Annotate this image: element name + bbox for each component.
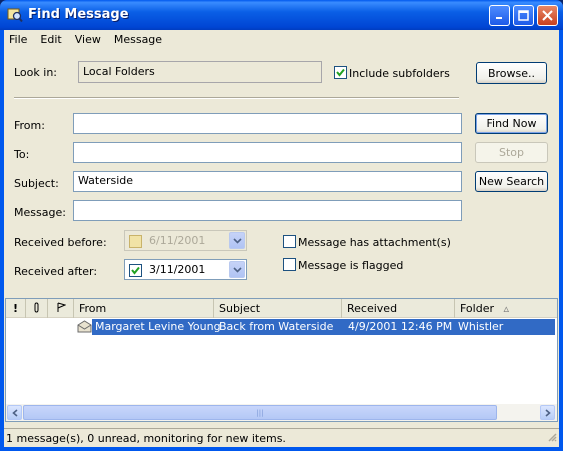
menu-bar: File Edit View Message [4, 30, 559, 49]
read-mail-icon [77, 320, 92, 336]
horizontal-scrollbar[interactable]: ||| [6, 404, 557, 421]
window-frame-right [559, 30, 563, 451]
paperclip-icon [34, 302, 38, 313]
new-search-button[interactable]: New Search [475, 171, 548, 192]
row-received: 4/9/2001 12:46 PM [348, 320, 453, 333]
table-row[interactable]: Margaret Levine Young Back from Watersid… [6, 319, 557, 335]
row-folder: Whistler [458, 320, 504, 333]
scrollbar-thumb[interactable]: ||| [23, 405, 497, 420]
received-after-checkbox[interactable] [129, 264, 142, 277]
look-in-field: Local Folders [78, 61, 322, 83]
menu-view[interactable]: View [75, 33, 101, 46]
stop-button[interactable]: Stop [475, 142, 548, 163]
subject-label: Subject: [14, 177, 59, 190]
column-received[interactable]: Received [342, 299, 455, 318]
menu-edit[interactable]: Edit [40, 33, 61, 46]
column-attachment[interactable] [26, 299, 48, 318]
to-field[interactable] [73, 142, 462, 163]
chevron-left-icon [11, 408, 18, 417]
chevron-right-icon [544, 408, 551, 417]
separator [14, 97, 459, 99]
from-field[interactable] [73, 113, 462, 134]
minimize-icon [496, 17, 502, 19]
checkmark-icon [336, 68, 345, 77]
to-label: To: [14, 148, 30, 161]
attachment-label[interactable]: Message has attachment(s) [298, 236, 451, 249]
find-message-window: Find Message File Edit View Message Look… [0, 0, 563, 451]
menu-file[interactable]: File [9, 33, 27, 46]
received-before-check-icon [129, 235, 142, 248]
column-flag[interactable] [48, 299, 74, 318]
subject-field[interactable]: Waterside [73, 171, 462, 192]
browse-button[interactable]: Browse.. [476, 62, 547, 84]
received-after-date[interactable]: 3/11/2001 [124, 259, 247, 280]
window-title: Find Message [28, 7, 129, 22]
find-now-button[interactable]: Find Now [475, 113, 548, 134]
chevron-down-icon[interactable] [229, 232, 245, 249]
checkmark-icon [131, 266, 140, 275]
minimize-button[interactable] [489, 5, 510, 26]
received-before-label: Received before: [14, 236, 107, 249]
row-from: Margaret Levine Young [95, 320, 221, 333]
window-frame-bottom [0, 447, 563, 451]
column-folder-label: Folder [460, 302, 494, 315]
row-subject: Back from Waterside [219, 320, 334, 333]
flag-icon [57, 302, 66, 312]
scroll-right-button[interactable] [540, 405, 555, 420]
title-bar[interactable]: Find Message [0, 0, 563, 30]
received-before-value: 6/11/2001 [149, 234, 206, 247]
results-header: ! From Subject Received Folder ▵ [6, 299, 557, 318]
status-text: 1 message(s), 0 unread, monitoring for n… [6, 432, 286, 445]
maximize-icon [518, 10, 529, 21]
close-button[interactable] [537, 5, 558, 26]
resize-grip-icon[interactable] [546, 431, 557, 445]
menu-message[interactable]: Message [114, 33, 162, 46]
look-in-label: Look in: [14, 66, 57, 79]
received-after-label: Received after: [14, 265, 98, 278]
attachment-checkbox[interactable] [283, 235, 296, 248]
chevron-down-icon[interactable] [229, 261, 245, 278]
message-label: Message: [14, 206, 66, 219]
include-subfolders-label[interactable]: Include subfolders [349, 67, 450, 80]
close-icon [542, 10, 553, 21]
received-before-date[interactable]: 6/11/2001 [124, 230, 247, 251]
column-subject[interactable]: Subject [214, 299, 342, 318]
from-label: From: [14, 119, 45, 132]
results-list[interactable]: ! From Subject Received Folder ▵ Margare… [5, 298, 558, 422]
sort-ascending-icon: ▵ [503, 302, 510, 315]
maximize-button[interactable] [513, 5, 534, 26]
column-importance[interactable]: ! [6, 299, 26, 318]
column-folder[interactable]: Folder ▵ [455, 299, 525, 318]
scroll-left-button[interactable] [7, 405, 22, 420]
flagged-checkbox[interactable] [283, 258, 296, 271]
dialog-body: File Edit View Message Look in: Local Fo… [4, 30, 559, 447]
column-from[interactable]: From [74, 299, 214, 318]
find-message-app-icon [7, 7, 23, 23]
include-subfolders-checkbox[interactable] [334, 66, 347, 79]
flagged-label[interactable]: Message is flagged [298, 259, 403, 272]
status-bar: 1 message(s), 0 unread, monitoring for n… [4, 428, 559, 446]
received-after-value: 3/11/2001 [149, 263, 206, 276]
message-field[interactable] [73, 200, 462, 221]
